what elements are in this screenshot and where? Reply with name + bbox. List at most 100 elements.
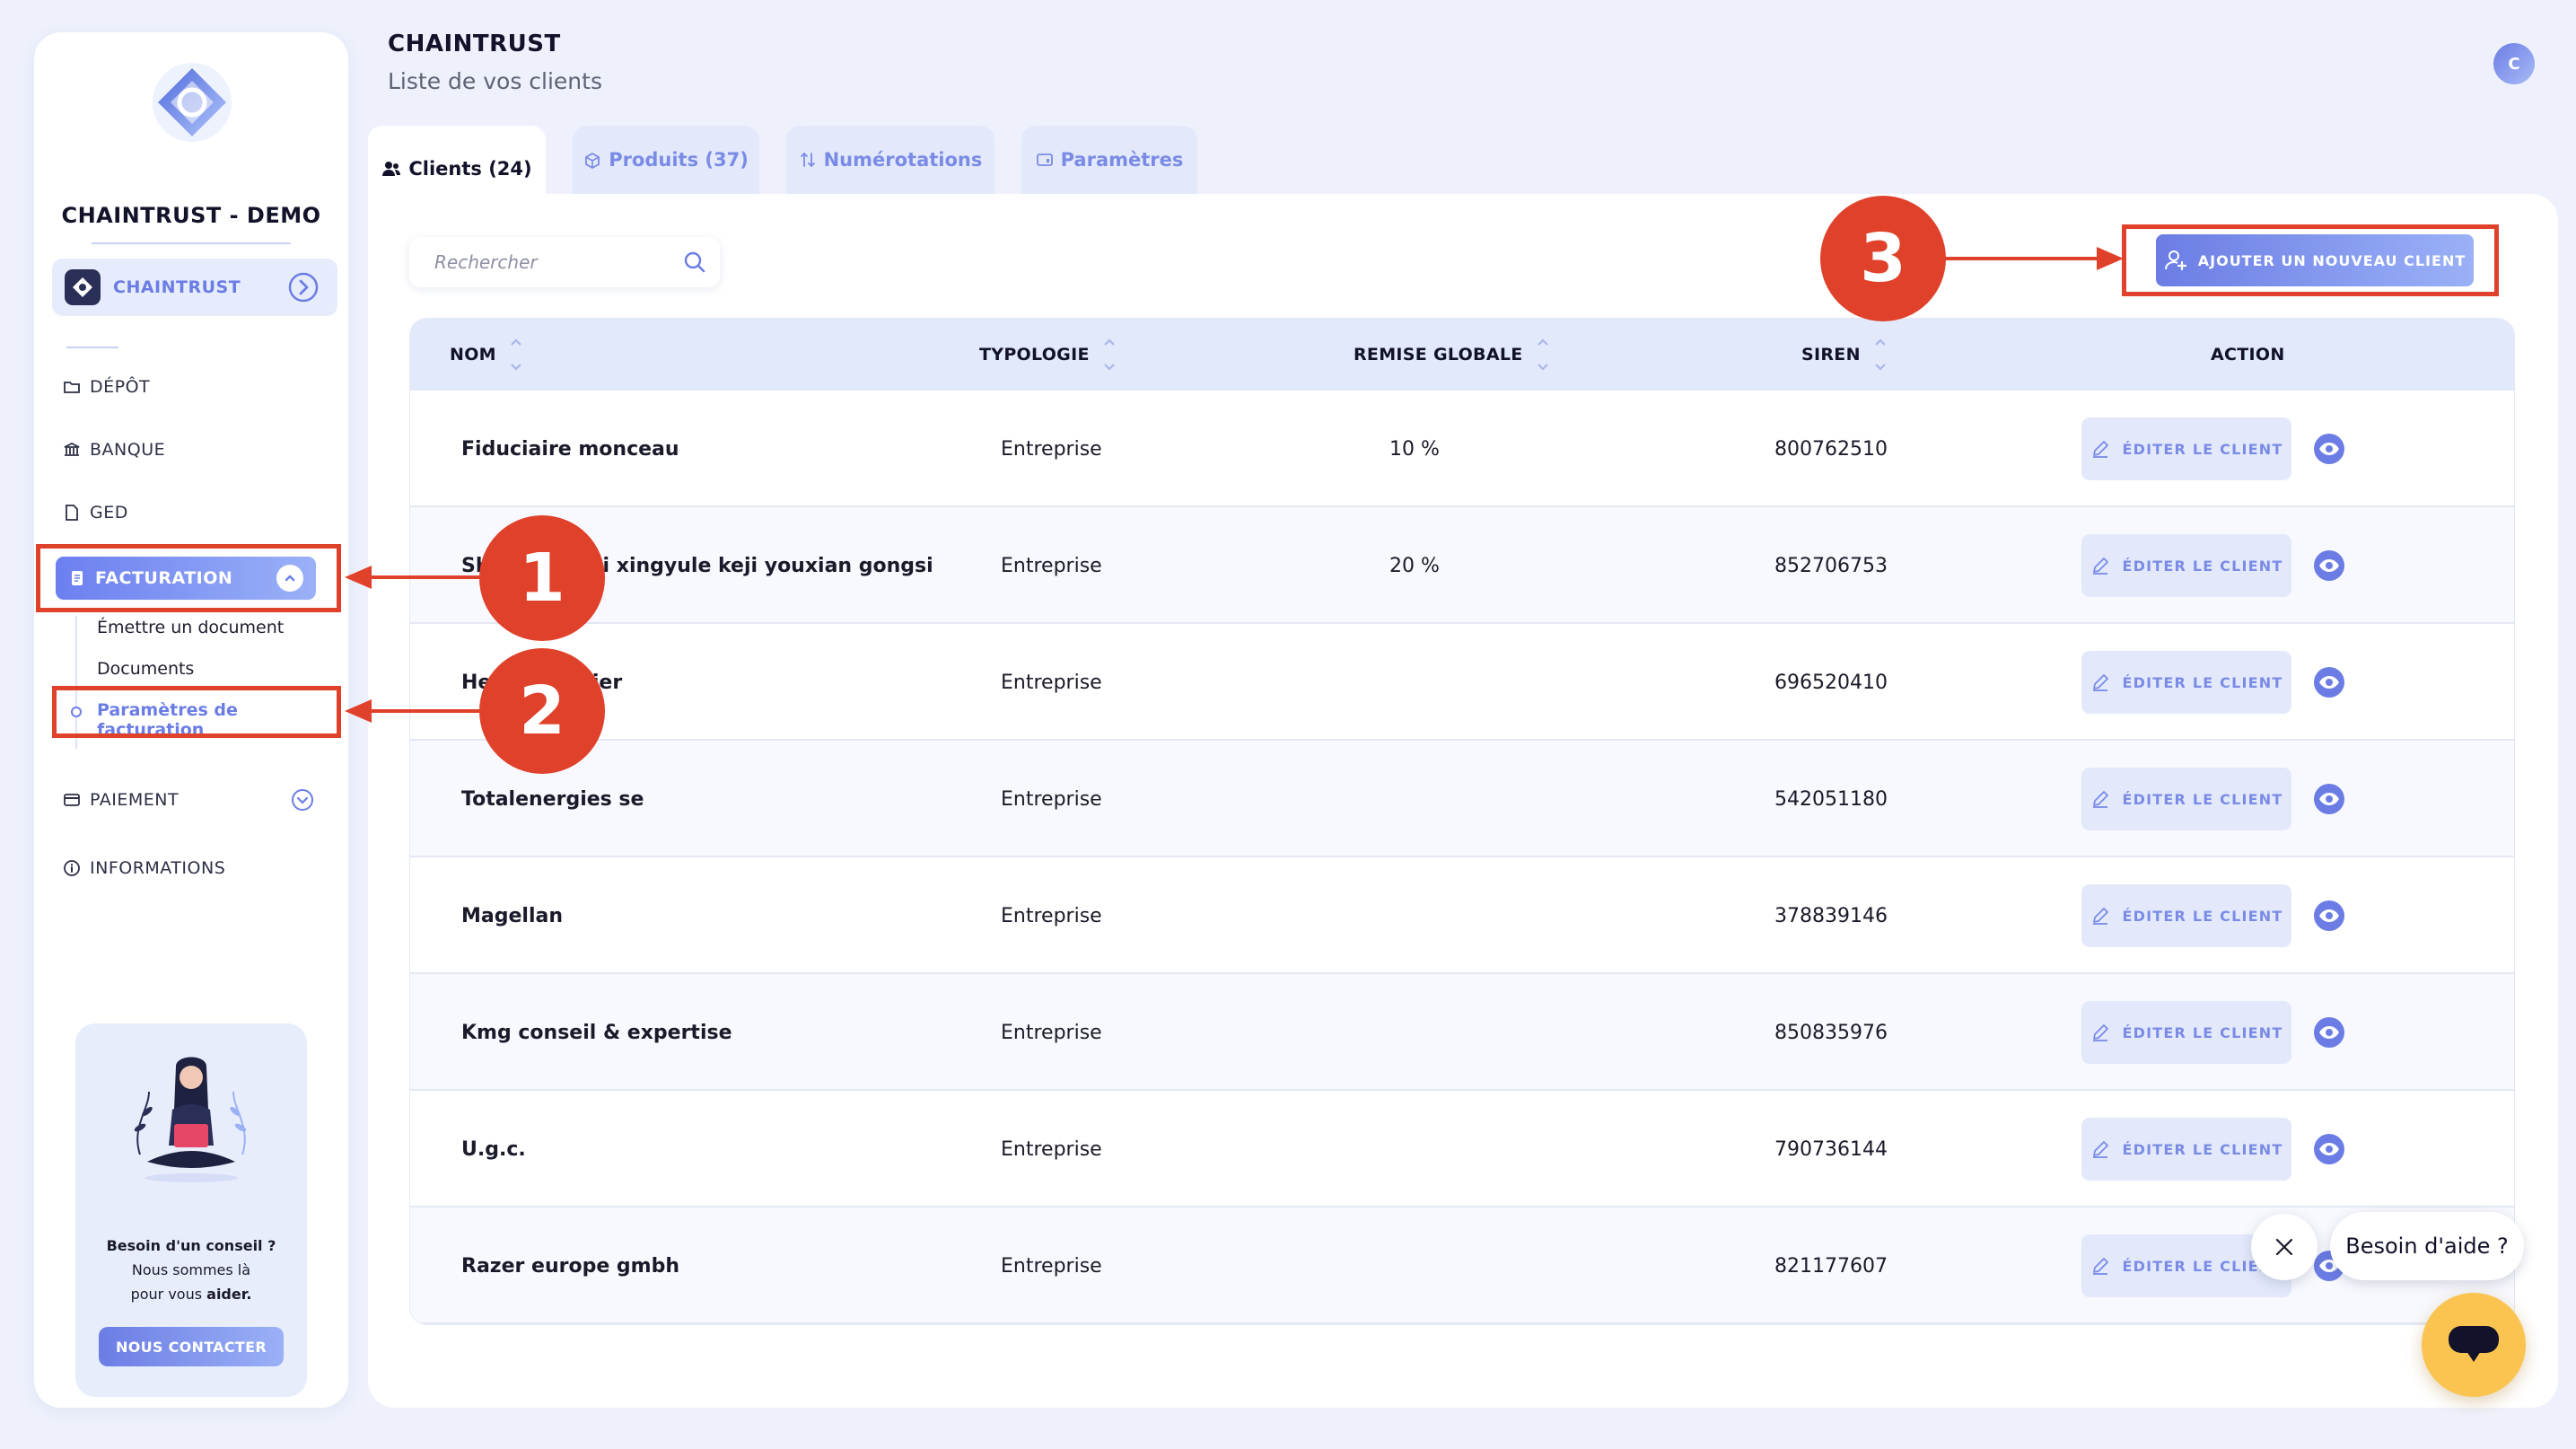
search-box[interactable] — [409, 237, 720, 287]
info-icon — [64, 860, 80, 876]
edit-client-label: ÉDITER LE CLIENT — [2122, 790, 2283, 808]
workspace-logo-icon — [65, 269, 101, 305]
annotation-marker-2: 2 — [479, 648, 605, 774]
search-icon[interactable] — [682, 250, 707, 275]
user-avatar[interactable]: C — [2493, 43, 2535, 84]
eye-icon[interactable] — [2313, 900, 2345, 932]
submenu-emettre-document[interactable]: Émettre un document — [97, 618, 284, 637]
nav-item-informations[interactable]: INFORMATIONS — [63, 858, 225, 878]
column-label: SIREN — [1801, 345, 1861, 364]
help-line-3: pour vous — [130, 1286, 207, 1303]
workspace-switcher[interactable]: CHAINTRUST — [52, 259, 337, 316]
contact-us-button[interactable]: NOUS CONTACTER — [99, 1327, 284, 1366]
nav-item-depot[interactable]: DÉPÔT — [63, 377, 150, 397]
column-header-remise[interactable]: REMISE GLOBALE — [1354, 319, 1550, 391]
pencil-icon — [2092, 791, 2108, 808]
eye-icon[interactable] — [2313, 783, 2345, 815]
help-line-3-bold: aider. — [206, 1286, 252, 1303]
cell-nom: Razer europe gmbh — [461, 1254, 679, 1278]
cell-typologie: Entreprise — [1001, 671, 1102, 694]
cell-siren: 821177607 — [1774, 1254, 1888, 1278]
eye-icon[interactable] — [2313, 549, 2345, 582]
cell-siren: 542051180 — [1774, 787, 1888, 811]
edit-client-button[interactable]: ÉDITER LE CLIENT — [2081, 884, 2291, 947]
credit-card-icon — [64, 794, 80, 806]
sort-arrows-icon[interactable] — [1873, 336, 1888, 373]
cell-siren: 852706753 — [1774, 554, 1888, 577]
chat-launcher-button[interactable] — [2422, 1293, 2526, 1397]
eye-icon[interactable] — [2313, 1133, 2345, 1165]
cell-typologie: Entreprise — [1001, 787, 1102, 811]
column-label: TYPOLOGIE — [979, 345, 1090, 364]
page-subtitle: Liste de vos clients — [388, 68, 602, 94]
remise-value: 20 % — [1389, 554, 1440, 577]
pencil-icon — [2092, 908, 2108, 925]
chevron-right-circle-icon[interactable] — [287, 271, 320, 303]
annotation-box-add-client — [2122, 224, 2499, 296]
chat-bubble[interactable]: Besoin d'aide ? — [2330, 1212, 2524, 1280]
chat-close-button[interactable] — [2251, 1214, 2318, 1280]
column-header-nom[interactable]: NOM — [450, 319, 523, 391]
nav-label: INFORMATIONS — [90, 858, 226, 878]
window-icon — [1036, 154, 1053, 166]
eye-icon[interactable] — [2313, 666, 2345, 698]
help-text: Besoin d'un conseil ? Nous sommes là pou… — [75, 1234, 307, 1306]
nav-label: DÉPÔT — [90, 377, 151, 397]
edit-client-button[interactable]: ÉDITER LE CLIENT — [2081, 651, 2291, 714]
remise-value: 10 % — [1389, 437, 1440, 461]
edit-client-button[interactable]: ÉDITER LE CLIENT — [2081, 417, 2291, 480]
nav-item-ged[interactable]: GED — [63, 503, 128, 523]
column-header-siren[interactable]: SIREN — [1801, 319, 1888, 391]
sort-arrows-icon[interactable] — [1536, 336, 1550, 373]
tab-numerotations[interactable]: Numérotations — [786, 126, 994, 194]
nav-divider — [66, 347, 118, 348]
eye-icon[interactable] — [2313, 1016, 2345, 1049]
pencil-icon — [2092, 674, 2108, 691]
workspace-name: CHAINTRUST — [113, 277, 241, 297]
table-row: U.g.c. Entreprise 790736144 ÉDITER LE CL… — [410, 1091, 2514, 1208]
cell-siren: 790736144 — [1774, 1137, 1888, 1161]
column-header-typologie[interactable]: TYPOLOGIE — [979, 319, 1117, 391]
table-header: NOM TYPOLOGIE REMISE GLOBALE SIREN ACTIO… — [410, 319, 2514, 391]
cell-nom: Hjlk — [461, 1324, 504, 1325]
chevron-down-circle-icon[interactable] — [291, 788, 314, 812]
tab-label: Numérotations — [823, 149, 983, 171]
meditating-person-illustration-icon — [134, 1057, 247, 1182]
cell-nom: Kmg conseil & expertise — [461, 1021, 732, 1044]
upload-folder-icon — [64, 382, 80, 393]
help-line-1: Besoin d'un conseil ? — [106, 1237, 276, 1254]
submenu-documents[interactable]: Documents — [97, 659, 194, 679]
close-icon — [2275, 1238, 2293, 1256]
brand-divider — [92, 242, 291, 244]
tab-produits[interactable]: Produits (37) — [573, 126, 759, 194]
tab-label: Paramètres — [1060, 149, 1184, 171]
table-row: Totalenergies se Entreprise 542051180 ÉD… — [410, 741, 2514, 857]
edit-client-button[interactable]: ÉDITER LE CLIENT — [2081, 534, 2291, 597]
edit-client-button[interactable]: ÉDITER LE CLIENT — [2081, 768, 2291, 830]
pencil-icon — [2092, 1024, 2108, 1041]
edit-client-button[interactable]: ÉDITER LE CLIENT — [2081, 1118, 2291, 1181]
cell-typologie: Entreprise — [1001, 554, 1102, 577]
table-row: Hermes sellier Entreprise 696520410 ÉDIT… — [410, 624, 2514, 741]
sort-arrows-icon[interactable] — [509, 336, 523, 373]
nav-item-banque[interactable]: BANQUE — [63, 440, 165, 460]
table-row: Magellan Entreprise 378839146 ÉDITER LE … — [410, 857, 2514, 974]
cell-nom: U.g.c. — [461, 1137, 526, 1161]
eye-icon[interactable] — [2313, 433, 2345, 465]
annotation-box-parametres — [52, 686, 341, 738]
nav-label: BANQUE — [90, 440, 166, 460]
box-icon — [585, 152, 600, 169]
search-input[interactable] — [434, 251, 668, 273]
cell-siren: 696520410 — [1774, 671, 1888, 694]
nav-label: PAIEMENT — [90, 790, 180, 810]
tab-parametres[interactable]: Paramètres — [1021, 126, 1197, 194]
table-row: Shenzhen shi xingyule keji youxian gongs… — [410, 507, 2514, 624]
edit-client-button[interactable]: ÉDITER LE CLIENT — [2081, 1001, 2291, 1064]
users-icon — [382, 162, 401, 176]
tab-clients[interactable]: Clients (24) — [368, 126, 546, 212]
nav-item-paiement[interactable]: PAIEMENT — [63, 788, 323, 812]
sort-arrows-icon[interactable] — [1102, 336, 1117, 373]
nav-label: GED — [90, 503, 128, 523]
clients-table: NOM TYPOLOGIE REMISE GLOBALE SIREN ACTIO… — [409, 318, 2515, 1325]
edit-client-label: ÉDITER LE CLIENT — [2122, 907, 2283, 925]
